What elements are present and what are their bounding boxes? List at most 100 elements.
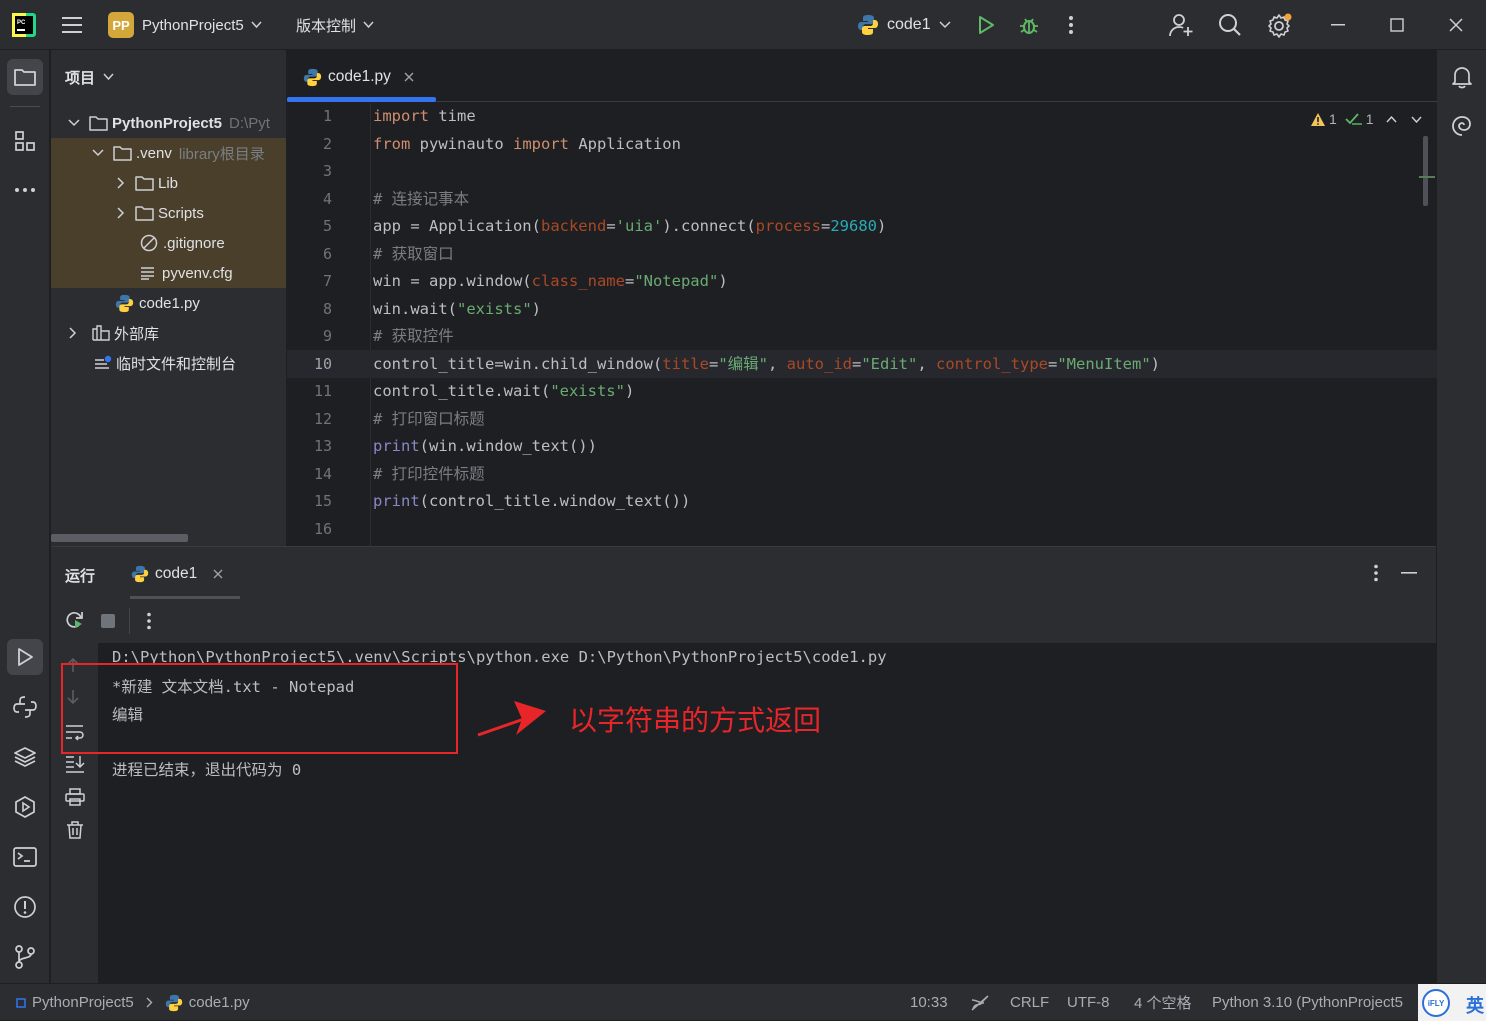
ime-indicator[interactable]: iFLY 英: [1418, 984, 1486, 1021]
code-line[interactable]: 10 control_title=win.child_window(title="…: [287, 351, 1437, 379]
python-file-icon: [857, 14, 879, 36]
search-icon[interactable]: [1218, 0, 1242, 50]
code-line[interactable]: 5 app = Application(backend='uia').connec…: [287, 213, 1437, 241]
vcs-menu[interactable]: 版本控制: [296, 0, 374, 50]
settings-gear-icon[interactable]: [1267, 0, 1293, 50]
tab-code1-py[interactable]: code1.py: [303, 64, 414, 90]
tree-item-label: .gitignore: [163, 234, 225, 252]
line-separator[interactable]: CRLF: [1010, 984, 1049, 1021]
run-toolbar: [51, 599, 1436, 643]
main-menu-icon[interactable]: [62, 0, 84, 50]
editor-scrollbar[interactable]: [1423, 136, 1428, 206]
code-text: import time: [373, 107, 476, 125]
close-tab-icon[interactable]: [213, 569, 223, 579]
chevron-right-icon: [146, 997, 153, 1008]
minimize-button[interactable]: [1331, 0, 1345, 50]
no-lock-icon[interactable]: [970, 984, 990, 1021]
pycharm-logo-icon[interactable]: PC: [12, 0, 36, 50]
tree-item-gitignore[interactable]: .gitignore: [51, 228, 286, 258]
chevron-up-icon[interactable]: [1386, 115, 1397, 123]
scroll-to-end-icon[interactable]: [65, 755, 85, 773]
file-encoding[interactable]: UTF-8: [1067, 984, 1110, 1021]
module-icon: [16, 997, 26, 1008]
project-tool-icon[interactable]: [7, 59, 43, 95]
line-number: 9: [322, 327, 332, 345]
code-line[interactable]: 12 # 打印窗口标题: [287, 406, 1437, 434]
debug-button[interactable]: [1018, 0, 1040, 50]
project-switcher[interactable]: PP PythonProject5: [108, 0, 262, 50]
chevron-down-icon: [92, 149, 104, 157]
code-line[interactable]: 14 # 打印控件标题: [287, 461, 1437, 489]
chevron-right-icon: [117, 207, 125, 219]
breadcrumb-file[interactable]: code1.py: [189, 994, 250, 1011]
line-number: 4: [322, 189, 332, 208]
git-branch-icon[interactable]: [7, 939, 43, 975]
ok-count: 1: [1365, 111, 1374, 127]
code-line[interactable]: 7 win = app.window(class_name="Notepad"): [287, 268, 1437, 296]
tree-item-external-libs[interactable]: 外部库: [51, 318, 286, 348]
more-tools-icon[interactable]: [7, 172, 43, 208]
ifly-logo: iFLY: [1422, 989, 1450, 1017]
notifications-bell-icon[interactable]: [1444, 59, 1480, 95]
more-actions-icon[interactable]: [1068, 0, 1074, 50]
add-user-icon[interactable]: [1168, 0, 1194, 50]
tree-item-venv[interactable]: .venv library根目录: [51, 138, 286, 168]
breadcrumb-project[interactable]: PythonProject5: [32, 994, 134, 1011]
tree-item-scripts[interactable]: Scripts: [51, 198, 286, 228]
terminal-icon[interactable]: [7, 839, 43, 875]
services-icon[interactable]: [7, 789, 43, 825]
run-tab-code1[interactable]: code1: [131, 561, 223, 587]
close-button[interactable]: [1449, 0, 1463, 50]
project-panel: 项目 PythonProject5 D:\Pyt .venv library根目…: [51, 50, 286, 546]
code-line[interactable]: 9 # 获取控件: [287, 323, 1437, 351]
code-line[interactable]: 1 import time: [287, 103, 1437, 131]
code-line[interactable]: 2 from pywinauto import Application: [287, 131, 1437, 159]
tree-item-project-root[interactable]: PythonProject5 D:\Pyt: [51, 108, 286, 138]
code-line[interactable]: 8 win.wait("exists"): [287, 296, 1437, 324]
line-number: 1: [322, 107, 332, 125]
chevron-down-icon: [363, 21, 374, 29]
code-line[interactable]: 3: [287, 158, 1437, 186]
python-file-icon: [303, 68, 322, 87]
indent-setting[interactable]: 4 个空格: [1134, 984, 1192, 1021]
chevron-down-icon[interactable]: [1411, 116, 1422, 123]
trash-icon[interactable]: [66, 821, 84, 839]
python-console-icon[interactable]: [7, 689, 43, 725]
stop-icon[interactable]: [101, 614, 115, 628]
rerun-icon[interactable]: [65, 610, 85, 630]
print-icon[interactable]: [65, 788, 85, 806]
hide-panel-icon[interactable]: [1401, 572, 1417, 574]
structure-tool-icon[interactable]: [7, 123, 43, 159]
tree-item-label: 临时文件和控制台: [116, 355, 237, 373]
code-line[interactable]: 13 print(win.window_text()): [287, 433, 1437, 461]
python-packages-icon[interactable]: [7, 739, 43, 775]
run-tool-icon[interactable]: [7, 639, 43, 675]
problems-icon[interactable]: [7, 889, 43, 925]
project-panel-header[interactable]: 项目: [65, 64, 114, 90]
tree-item-pyvenv-cfg[interactable]: pyvenv.cfg: [51, 258, 286, 288]
run-config-selector[interactable]: code1: [857, 0, 951, 50]
code-line[interactable]: 15 print(control_title.window_text()): [287, 488, 1437, 516]
run-button[interactable]: [976, 0, 996, 50]
code-line[interactable]: 4 # 连接记事本: [287, 186, 1437, 214]
python-interpreter[interactable]: Python 3.10 (PythonProject5: [1212, 984, 1418, 1021]
inspection-widget[interactable]: 1 1: [1310, 108, 1422, 130]
more-options-icon[interactable]: [1373, 564, 1379, 582]
python-file-icon: [165, 994, 183, 1012]
ai-assistant-spiral-icon[interactable]: [1444, 108, 1480, 144]
horizontal-scrollbar[interactable]: [51, 534, 188, 542]
tree-item-scratches[interactable]: 临时文件和控制台: [51, 348, 286, 378]
tree-item-label: Scripts: [158, 204, 204, 222]
caret-position[interactable]: 10:33: [910, 984, 948, 1021]
code-text: control_title.wait("exists"): [373, 382, 635, 400]
tree-item-code1[interactable]: code1.py: [51, 288, 286, 318]
maximize-button[interactable]: [1390, 0, 1404, 50]
annotation-arrow-icon: [476, 697, 548, 739]
code-line[interactable]: 6 # 获取窗口: [287, 241, 1437, 269]
more-actions-icon[interactable]: [146, 612, 152, 630]
tree-item-lib[interactable]: Lib: [51, 168, 286, 198]
code-line[interactable]: 16: [287, 516, 1437, 544]
project-name: PythonProject5: [142, 16, 244, 34]
close-tab-icon[interactable]: [404, 72, 414, 82]
code-line[interactable]: 11 control_title.wait("exists"): [287, 378, 1437, 406]
